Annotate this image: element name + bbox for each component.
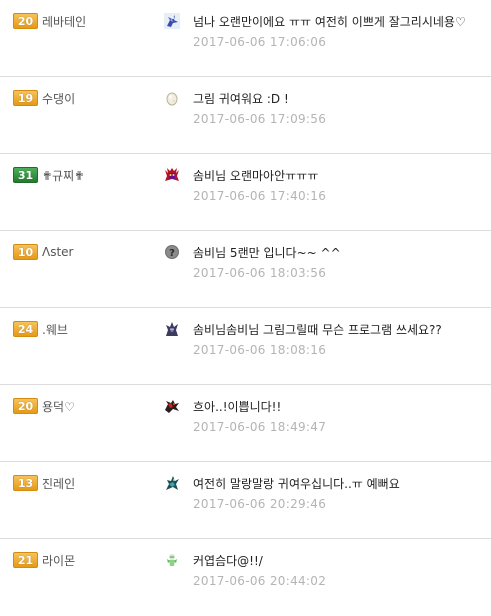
comment-row: 21 라이몬 커엽슴다@!!/ 2017-06-06 20:44:02 bbox=[0, 539, 491, 616]
level-badge: 20 bbox=[13, 13, 38, 29]
comment-author[interactable]: 31 ✟규찌✟ bbox=[13, 166, 84, 184]
comment-text: 솜비님 오랜마아안ㅠㅠㅠ bbox=[193, 169, 319, 183]
red-demon-avatar-icon bbox=[164, 167, 180, 183]
comment-timestamp: 2017-06-06 18:08:16 bbox=[193, 343, 327, 357]
level-badge: 13 bbox=[13, 475, 38, 491]
blue-dragon-avatar-icon bbox=[164, 13, 180, 29]
comment-row: 13 진레인 여전히 말랑말랑 귀여우십니다..ㅠ 예뻐요 2017-06-06… bbox=[0, 462, 491, 539]
comment-timestamp: 2017-06-06 17:06:06 bbox=[193, 35, 327, 49]
teal-dragon-avatar-icon bbox=[164, 475, 180, 491]
comment-text: 흐아..!이쁩니다!! bbox=[193, 400, 282, 414]
nickname[interactable]: .웨브 bbox=[42, 321, 68, 338]
comment-author[interactable]: 20 용덕♡ bbox=[13, 397, 75, 415]
level-badge: 20 bbox=[13, 398, 38, 414]
comment-author[interactable]: 19 수댕이 bbox=[13, 89, 75, 107]
comment-text: 솜비님 5랜만 입니다~~ ^^ bbox=[193, 246, 341, 260]
green-sprite-avatar-icon bbox=[164, 552, 180, 568]
comment-timestamp: 2017-06-06 18:49:47 bbox=[193, 420, 327, 434]
comment-author[interactable]: 10 Λster bbox=[13, 243, 73, 261]
comment-text: 그림 귀여워요 :D ! bbox=[193, 92, 289, 106]
comment-row: 31 ✟규찌✟ 솜비님 오랜마아안ㅠㅠㅠ 2017-06-06 17:40:16 bbox=[0, 154, 491, 231]
comment-row: 24 .웨브 솜비님솜비님 그림그릴때 무슨 프로그램 쓰세요?? 2017-0… bbox=[0, 308, 491, 385]
comment-text: 넘나 오랜만이에요 ㅠㅠ 여전히 이쁘게 잘그리시네용♡ bbox=[193, 15, 466, 29]
nickname[interactable]: 라이몬 bbox=[42, 552, 75, 569]
level-badge: 31 bbox=[13, 167, 38, 183]
egg-avatar-icon bbox=[164, 90, 180, 106]
comment-row: 19 수댕이 그림 귀여워요 :D ! 2017-06-06 17:09:56 bbox=[0, 77, 491, 154]
dark-knight-avatar-icon bbox=[164, 321, 180, 337]
nickname[interactable]: 진레인 bbox=[42, 475, 75, 492]
nickname[interactable]: 수댕이 bbox=[42, 90, 75, 107]
comment-timestamp: 2017-06-06 20:44:02 bbox=[193, 574, 327, 588]
level-badge: 21 bbox=[13, 552, 38, 568]
comment-list: 20 레바테인 넘나 오랜만이에요 ㅠㅠ 여전히 이쁘게 잘그리시네용♡ 201… bbox=[0, 0, 491, 616]
svg-text:?: ? bbox=[169, 248, 175, 259]
comment-author[interactable]: 13 진레인 bbox=[13, 474, 75, 492]
nickname[interactable]: Λster bbox=[42, 245, 73, 259]
comment-row: 20 용덕♡ 흐아..!이쁩니다!! 2017-06-06 18:49:47 bbox=[0, 385, 491, 462]
comment-author[interactable]: 24 .웨브 bbox=[13, 320, 68, 338]
comment-timestamp: 2017-06-06 17:09:56 bbox=[193, 112, 327, 126]
comment-author[interactable]: 21 라이몬 bbox=[13, 551, 75, 569]
comment-text: 커엽슴다@!!/ bbox=[193, 554, 263, 568]
nickname[interactable]: 레바테인 bbox=[42, 13, 86, 30]
comment-row: 10 Λster ? 솜비님 5랜만 입니다~~ ^^ 2017-06-06 1… bbox=[0, 231, 491, 308]
comment-author[interactable]: 20 레바테인 bbox=[13, 12, 86, 30]
level-badge: 10 bbox=[13, 244, 38, 260]
comment-timestamp: 2017-06-06 18:03:56 bbox=[193, 266, 327, 280]
level-badge: 24 bbox=[13, 321, 38, 337]
nickname[interactable]: ✟규찌✟ bbox=[42, 167, 84, 184]
comment-text: 솜비님솜비님 그림그릴때 무슨 프로그램 쓰세요?? bbox=[193, 323, 442, 337]
comment-row: 20 레바테인 넘나 오랜만이에요 ㅠㅠ 여전히 이쁘게 잘그리시네용♡ 201… bbox=[0, 0, 491, 77]
red-black-dragon-avatar-icon bbox=[164, 398, 180, 414]
comment-timestamp: 2017-06-06 17:40:16 bbox=[193, 189, 327, 203]
comment-text: 여전히 말랑말랑 귀여우십니다..ㅠ 예뻐요 bbox=[193, 477, 400, 491]
nickname[interactable]: 용덕♡ bbox=[42, 398, 75, 415]
question-mark-avatar-icon: ? bbox=[164, 244, 180, 260]
level-badge: 19 bbox=[13, 90, 38, 106]
comment-timestamp: 2017-06-06 20:29:46 bbox=[193, 497, 327, 511]
